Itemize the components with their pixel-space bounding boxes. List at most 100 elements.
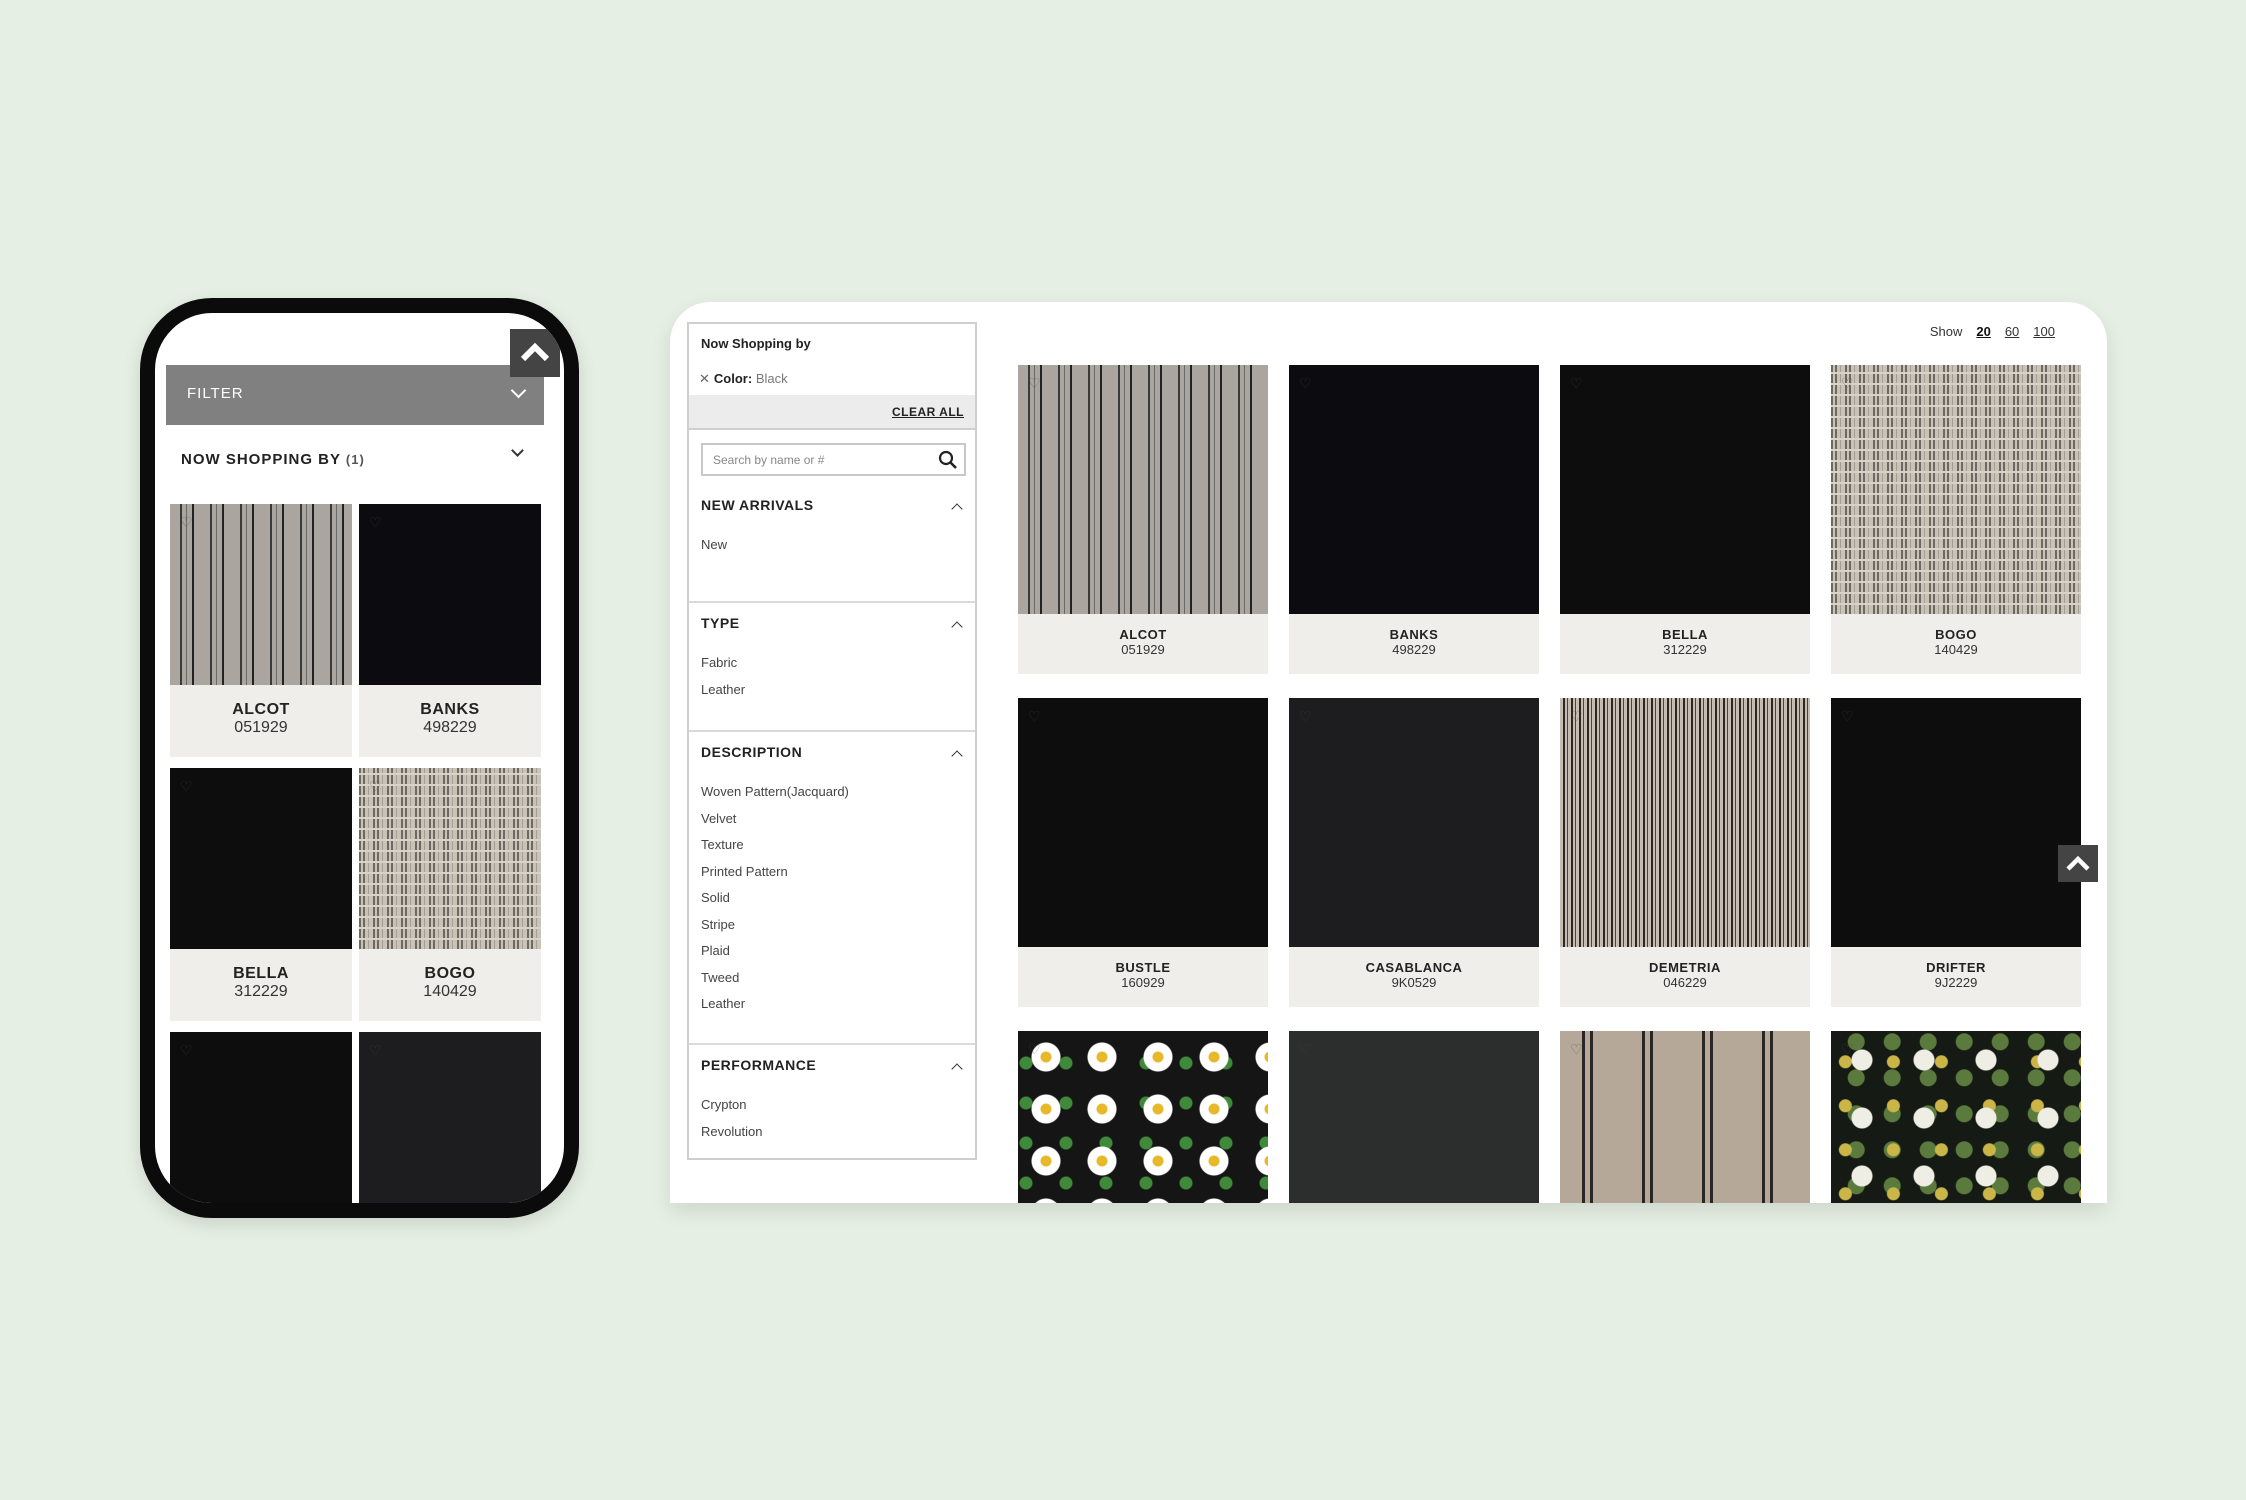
search-input[interactable] bbox=[711, 452, 935, 468]
product-tile[interactable]: ♡ ALCOT 051929 bbox=[170, 504, 352, 757]
product-tile[interactable]: ♡ bbox=[1831, 1031, 2081, 1203]
heart-icon[interactable]: ♡ bbox=[1570, 708, 1583, 725]
product-swatch-image[interactable] bbox=[1831, 365, 2081, 614]
heart-icon[interactable]: ♡ bbox=[1299, 708, 1312, 725]
product-tile[interactable]: ♡ BELLA 312229 bbox=[170, 768, 352, 1021]
chevron-up-icon[interactable] bbox=[951, 750, 963, 762]
product-swatch-image[interactable] bbox=[359, 768, 541, 949]
product-tile[interactable]: ♡ bbox=[1018, 1031, 1268, 1203]
clear-all-link[interactable]: CLEAR ALL bbox=[892, 405, 964, 419]
product-swatch-image[interactable] bbox=[170, 1032, 352, 1203]
product-swatch-image[interactable] bbox=[359, 1032, 541, 1203]
heart-icon[interactable]: ♡ bbox=[369, 514, 382, 531]
filter-section-title[interactable]: DESCRIPTION bbox=[701, 744, 802, 760]
heart-icon[interactable]: ♡ bbox=[1841, 375, 1854, 392]
heart-icon[interactable]: ♡ bbox=[1299, 1041, 1312, 1058]
back-to-top-button[interactable] bbox=[2058, 845, 2098, 882]
chevron-up-icon[interactable] bbox=[951, 1063, 963, 1075]
product-swatch-image[interactable] bbox=[1289, 365, 1539, 614]
product-swatch-image[interactable] bbox=[359, 504, 541, 685]
product-name: DEMETRIA bbox=[1649, 960, 1721, 975]
filter-option[interactable]: New bbox=[701, 537, 727, 552]
show-20-link[interactable]: 20 bbox=[1976, 324, 1990, 339]
product-code: 312229 bbox=[234, 983, 288, 1000]
heart-icon[interactable]: ♡ bbox=[369, 778, 382, 795]
chevron-up-icon[interactable] bbox=[951, 621, 963, 633]
product-name: BOGO bbox=[1935, 627, 1977, 642]
product-swatch-image[interactable] bbox=[1289, 1031, 1539, 1203]
product-code: 498229 bbox=[423, 719, 477, 736]
product-tile[interactable]: ♡ CASABLANCA 9K0529 bbox=[1289, 698, 1539, 1007]
search-icon[interactable] bbox=[938, 450, 958, 470]
chevron-up-icon[interactable] bbox=[951, 503, 963, 515]
product-swatch-image[interactable] bbox=[1018, 698, 1268, 947]
filter-option[interactable]: Leather bbox=[701, 996, 745, 1011]
product-tile[interactable]: ♡ BOGO 140429 bbox=[359, 768, 541, 1021]
product-swatch-image[interactable] bbox=[1018, 365, 1268, 614]
product-swatch-image[interactable] bbox=[1831, 1031, 2081, 1203]
heart-icon[interactable]: ♡ bbox=[1570, 1041, 1583, 1058]
filter-section-title[interactable]: NEW ARRIVALS bbox=[701, 497, 814, 513]
filter-option[interactable]: Stripe bbox=[701, 917, 735, 932]
heart-icon[interactable]: ♡ bbox=[1028, 1041, 1041, 1058]
product-label: BELLA 312229 bbox=[1560, 614, 1810, 674]
show-100-link[interactable]: 100 bbox=[2033, 324, 2055, 339]
product-tile[interactable]: ♡ BELLA 312229 bbox=[1560, 365, 1810, 674]
product-tile[interactable]: ♡ BANKS 498229 bbox=[1289, 365, 1539, 674]
heart-icon[interactable]: ♡ bbox=[1028, 375, 1041, 392]
filter-option[interactable]: Velvet bbox=[701, 811, 736, 826]
product-code: 051929 bbox=[1121, 642, 1165, 657]
show-60-link[interactable]: 60 bbox=[2005, 324, 2019, 339]
filter-option[interactable]: Printed Pattern bbox=[701, 864, 788, 879]
filter-section-title[interactable]: TYPE bbox=[701, 615, 740, 631]
product-swatch-image[interactable] bbox=[1560, 365, 1810, 614]
filter-option[interactable]: Texture bbox=[701, 837, 744, 852]
heart-icon[interactable]: ♡ bbox=[1841, 1041, 1854, 1058]
product-tile[interactable]: ♡ DEMETRIA 046229 bbox=[1560, 698, 1810, 1007]
back-to-top-button[interactable] bbox=[510, 329, 560, 377]
filter-option[interactable]: Solid bbox=[701, 890, 730, 905]
product-swatch-image[interactable] bbox=[1289, 698, 1539, 947]
product-label: BUSTLE 160929 bbox=[1018, 947, 1268, 1007]
product-swatch-image[interactable] bbox=[1831, 698, 2081, 947]
product-tile[interactable]: ♡ ALCOT 051929 bbox=[1018, 365, 1268, 674]
product-tile[interactable]: ♡ bbox=[170, 1032, 352, 1203]
now-shopping-by-toggle[interactable]: NOW SHOPPING BY (1) bbox=[181, 451, 365, 468]
remove-filter-icon[interactable]: ✕ bbox=[699, 371, 710, 386]
heart-icon[interactable]: ♡ bbox=[1570, 375, 1583, 392]
heart-icon[interactable]: ♡ bbox=[180, 514, 193, 531]
filter-option[interactable]: Revolution bbox=[701, 1124, 762, 1139]
product-tile[interactable]: ♡ bbox=[1289, 1031, 1539, 1203]
filter-option[interactable]: Crypton bbox=[701, 1097, 747, 1112]
heart-icon[interactable]: ♡ bbox=[1841, 708, 1854, 725]
product-swatch-image[interactable] bbox=[170, 768, 352, 949]
filter-option[interactable]: Plaid bbox=[701, 943, 730, 958]
heart-icon[interactable]: ♡ bbox=[1299, 375, 1312, 392]
filter-option[interactable]: Woven Pattern(Jacquard) bbox=[701, 784, 849, 799]
heart-icon[interactable]: ♡ bbox=[180, 778, 193, 795]
product-label: BOGO 140429 bbox=[359, 949, 541, 1021]
product-tile[interactable]: ♡ BOGO 140429 bbox=[1831, 365, 2081, 674]
filter-option[interactable]: Leather bbox=[701, 682, 745, 697]
show-label: Show bbox=[1929, 324, 1963, 339]
product-code: 046229 bbox=[1663, 975, 1707, 990]
filter-option[interactable]: Fabric bbox=[701, 655, 737, 670]
product-swatch-image[interactable] bbox=[170, 504, 352, 685]
filter-section-title[interactable]: PERFORMANCE bbox=[701, 1057, 816, 1073]
product-tile[interactable]: ♡ bbox=[1560, 1031, 1810, 1203]
product-tile[interactable]: ♡ BANKS 498229 bbox=[359, 504, 541, 757]
now-shopping-label: NOW SHOPPING BY bbox=[181, 451, 341, 468]
heart-icon[interactable]: ♡ bbox=[180, 1042, 193, 1059]
heart-icon[interactable]: ♡ bbox=[1028, 708, 1041, 725]
chevron-up-icon bbox=[520, 342, 550, 362]
search-box bbox=[701, 443, 966, 476]
product-swatch-image[interactable] bbox=[1018, 1031, 1268, 1203]
product-swatch-image[interactable] bbox=[1560, 1031, 1810, 1203]
product-swatch-image[interactable] bbox=[1560, 698, 1810, 947]
product-tile[interactable]: ♡ BUSTLE 160929 bbox=[1018, 698, 1268, 1007]
heart-icon[interactable]: ♡ bbox=[369, 1042, 382, 1059]
filter-toggle[interactable]: FILTER bbox=[166, 365, 544, 425]
product-tile[interactable]: ♡ DRIFTER 9J2229 bbox=[1831, 698, 2081, 1007]
product-tile[interactable]: ♡ bbox=[359, 1032, 541, 1203]
filter-option[interactable]: Tweed bbox=[701, 970, 739, 985]
